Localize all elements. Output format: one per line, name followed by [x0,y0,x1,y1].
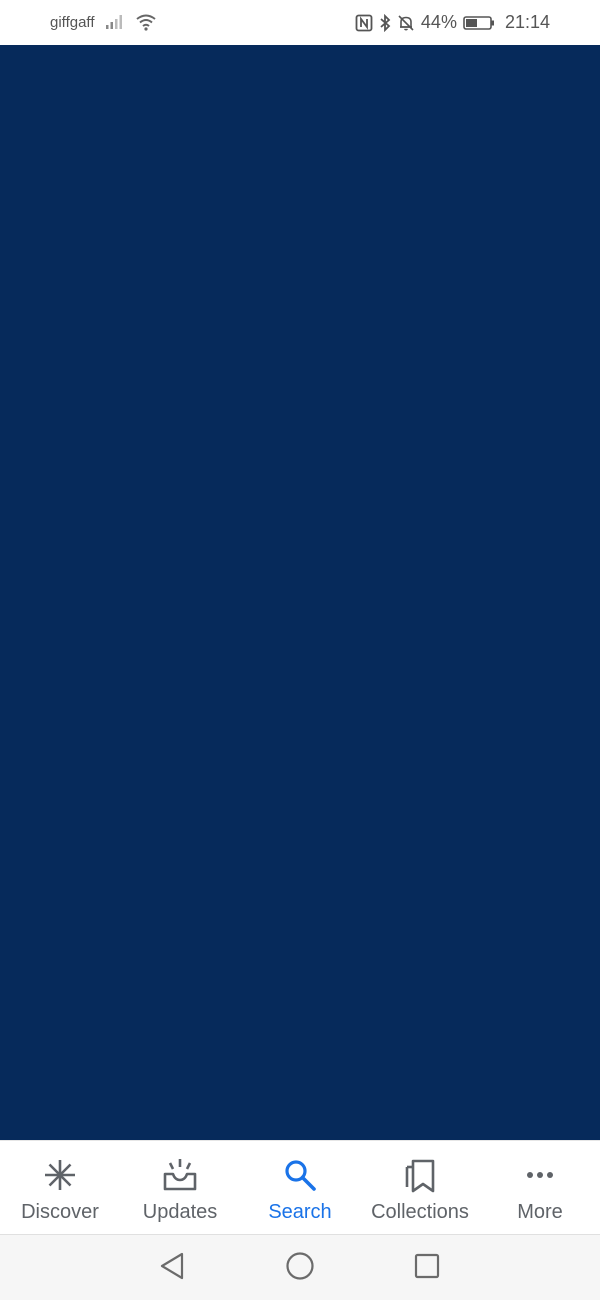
nfc-icon [355,14,373,32]
bottom-navigation: Discover Updates Search Collections More [0,1140,600,1234]
nav-label-more: More [517,1201,563,1223]
more-icon [522,1157,558,1193]
status-bar: giffgaff 44% 21:14 [0,0,600,45]
nav-item-more[interactable]: More [480,1141,600,1234]
nav-label-search: Search [268,1201,332,1223]
discover-icon [42,1157,78,1193]
nav-item-updates[interactable]: Updates [120,1141,240,1234]
signal-icon [105,14,125,30]
carrier-name: giffgaff [50,13,95,31]
search-icon [282,1157,318,1193]
back-icon [158,1251,186,1286]
collections-icon [402,1157,438,1193]
recents-button[interactable] [410,1251,444,1285]
nav-item-search[interactable]: Search [240,1141,360,1234]
home-button[interactable] [283,1251,317,1285]
battery-percent: 44% [420,12,457,32]
notifications-off-icon [397,14,415,32]
content-area [0,45,600,1140]
nav-label-collections: Collections [371,1201,469,1223]
nav-item-discover[interactable]: Discover [0,1141,120,1234]
status-left: giffgaff [50,13,157,31]
status-right: 44% 21:14 [355,12,550,33]
nav-item-collections[interactable]: Collections [360,1141,480,1234]
bluetooth-icon [379,13,391,32]
nav-label-discover: Discover [21,1201,99,1223]
wifi-icon [135,13,157,31]
battery-icon [463,15,495,31]
recents-icon [413,1252,441,1285]
clock: 21:14 [504,12,550,32]
nav-label-updates: Updates [142,1201,218,1223]
back-button[interactable] [155,1251,189,1285]
updates-icon [162,1157,198,1193]
system-navigation-bar [0,1234,600,1300]
home-icon [285,1251,315,1286]
